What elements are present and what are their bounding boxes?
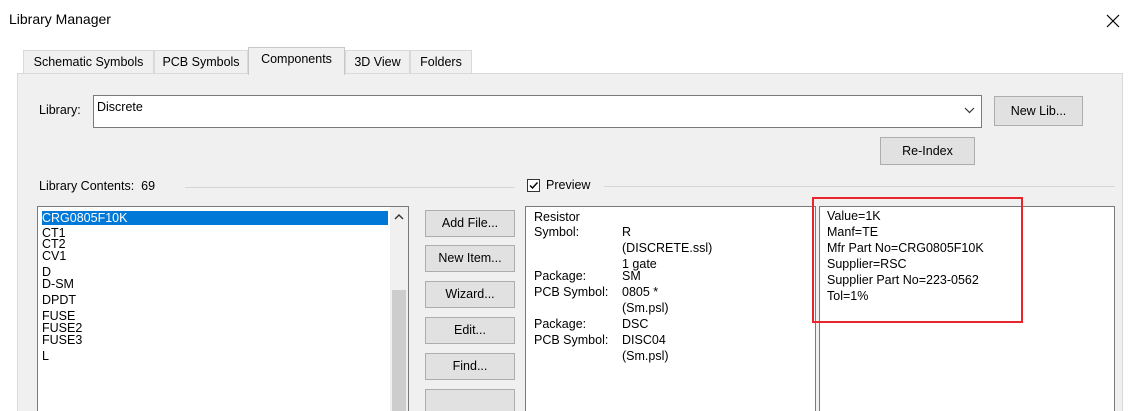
preview-key: Package:: [534, 317, 587, 331]
attribute-line: Manf=TE: [827, 225, 879, 239]
reindex-button[interactable]: Re-Index: [880, 137, 975, 165]
attribute-line: Supplier Part No=223-0562: [827, 273, 979, 287]
preview-value: R: [622, 225, 632, 239]
library-label: Library:: [39, 103, 81, 117]
add-file-button[interactable]: Add File...: [425, 210, 515, 237]
contents-divider: [185, 187, 515, 188]
chevron-down-icon: [964, 107, 975, 114]
preview-value: (Sm.psl): [622, 349, 669, 363]
preview-value: DISC04: [622, 333, 666, 347]
preview-divider: [604, 186, 1115, 187]
library-select[interactable]: Discrete: [93, 95, 982, 128]
attribute-line: Value=1K: [827, 209, 881, 223]
find-button[interactable]: Find...: [425, 353, 515, 380]
attribute-line: Tol=1%: [827, 289, 869, 303]
preview-checkbox[interactable]: [527, 179, 540, 192]
new-item-button[interactable]: New Item...: [425, 245, 515, 272]
list-item[interactable]: FUSE3: [42, 334, 82, 347]
tab-pcb-symbols[interactable]: PCB Symbols: [154, 50, 248, 73]
preview-key: Package:: [534, 269, 587, 283]
chevron-up-icon[interactable]: [392, 211, 406, 223]
preview-value: 0805 *: [622, 285, 659, 299]
preview-key: Resistor: [534, 210, 580, 224]
attribute-line: Supplier=RSC: [827, 257, 907, 271]
list-item[interactable]: D-SM: [42, 278, 74, 291]
window-title: Library Manager: [9, 11, 111, 27]
more-button[interactable]: [425, 389, 515, 411]
close-button[interactable]: [1098, 6, 1128, 34]
library-contents-count: 69: [141, 179, 156, 193]
list-item[interactable]: CRG0805F10K: [42, 211, 388, 225]
tab-folders[interactable]: Folders: [410, 50, 472, 73]
edit-button[interactable]: Edit...: [425, 317, 515, 344]
preview-value: (Sm.psl): [622, 301, 669, 315]
new-lib-button[interactable]: New Lib...: [994, 96, 1083, 126]
tab-components[interactable]: Components: [248, 47, 345, 75]
library-contents-label: Library Contents: 69: [39, 179, 155, 193]
title-bar: Library Manager: [0, 0, 1133, 42]
preview-key: PCB Symbol:: [534, 285, 609, 299]
checkmark-icon: [529, 182, 539, 190]
close-icon: [1106, 14, 1120, 27]
preview-value: SM: [622, 269, 641, 283]
list-item[interactable]: CV1: [42, 250, 66, 263]
list-scrollbar[interactable]: [390, 207, 408, 411]
preview-label: Preview: [546, 178, 591, 192]
attribute-line: Mfr Part No=CRG0805F10K: [827, 241, 984, 255]
tab-3d-view[interactable]: 3D View: [345, 50, 410, 73]
scroll-thumb[interactable]: [392, 290, 406, 411]
library-contents-list[interactable]: CRG0805F10K CT1 CT2 CV1 D D-SM DPDT FUSE…: [37, 206, 409, 411]
library-contents-text: Library Contents:: [39, 179, 135, 193]
library-selected-value: Discrete: [97, 100, 143, 114]
component-attributes: Value=1K Manf=TE Mfr Part No=CRG0805F10K…: [819, 206, 1115, 411]
component-preview: Resistor Symbol: R (DISCRETE.ssl) 1 gate…: [525, 206, 816, 411]
preview-key: Symbol:: [534, 225, 580, 239]
wizard-button[interactable]: Wizard...: [425, 281, 515, 308]
tab-schematic-symbols[interactable]: Schematic Symbols: [23, 50, 154, 73]
preview-key: PCB Symbol:: [534, 333, 609, 347]
list-item[interactable]: L: [42, 350, 49, 363]
list-item[interactable]: DPDT: [42, 294, 76, 307]
preview-value: (DISCRETE.ssl): [622, 241, 713, 255]
preview-value: DSC: [622, 317, 649, 331]
